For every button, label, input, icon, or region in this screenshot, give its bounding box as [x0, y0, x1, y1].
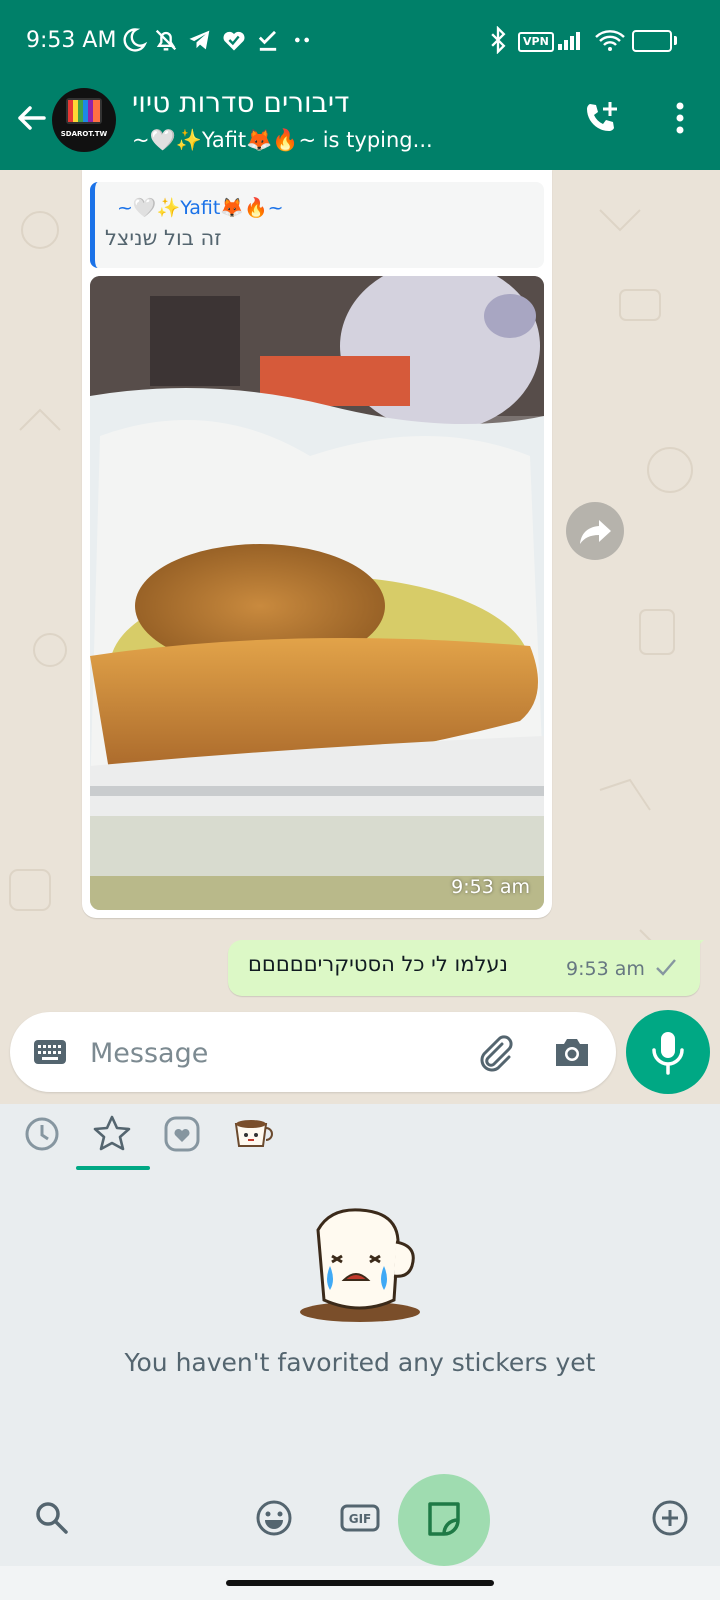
schnitzel-photo — [90, 276, 544, 910]
forward-button[interactable] — [566, 502, 624, 560]
bluetooth-icon — [491, 26, 506, 54]
photo-attachment[interactable]: 9:53 am — [90, 276, 544, 910]
more-notifications-icon — [295, 37, 309, 43]
sticker-button[interactable] — [398, 1474, 490, 1566]
home-indicator[interactable] — [226, 1580, 494, 1586]
sticker-icon — [428, 1502, 460, 1536]
telegram-icon — [189, 30, 210, 50]
gif-icon: GIF — [340, 1504, 380, 1532]
message-time: 9:53 am — [451, 876, 530, 898]
tv-logo-icon: SDAROT.TW — [61, 98, 108, 138]
cup-sticker-pack-tab[interactable] — [224, 1108, 284, 1160]
emoji-icon[interactable] — [252, 1496, 296, 1540]
sent-check-icon — [656, 959, 676, 976]
recent-stickers-tab[interactable] — [12, 1108, 72, 1160]
message-text: נעלמו לי כל הסטיקריםםםםם — [248, 952, 508, 976]
quoted-author: ~🤍✨Yafit🦊🔥~ — [117, 197, 284, 219]
outgoing-message[interactable]: נעלמו לי כל הסטיקריםםםםם 9:53 am — [228, 940, 700, 996]
system-nav-bar — [0, 1566, 720, 1600]
message-composer — [10, 1012, 616, 1094]
message-time: 9:53 am — [566, 958, 645, 980]
chat-area[interactable]: ~🤍✨Yafit🦊🔥~ זה בול שניצל 9:53 am נעלמו ל… — [0, 170, 720, 1100]
gif-button[interactable]: GIF — [338, 1496, 382, 1540]
more-options-icon[interactable] — [660, 96, 700, 140]
forward-icon — [580, 520, 611, 544]
search-icon[interactable] — [30, 1496, 74, 1540]
incoming-message[interactable]: ~🤍✨Yafit🦊🔥~ זה בול שניצל 9:53 am — [82, 170, 552, 918]
message-input[interactable] — [88, 1012, 452, 1094]
camera-icon[interactable] — [550, 1030, 594, 1074]
crying-cup-sticker — [300, 1208, 420, 1322]
status-time: 9:53 AM — [26, 28, 117, 53]
status-bar: 9:53 AM VPN 75 — [0, 0, 720, 80]
group-avatar[interactable]: SDAROT.TW — [52, 88, 116, 152]
active-tab-indicator — [76, 1166, 150, 1170]
chat-title[interactable]: דיבורים סדרות טיוי — [132, 86, 349, 119]
chat-header: SDAROT.TW דיבורים סדרות טיוי ~🤍✨Yafit🦊🔥~… — [0, 80, 720, 170]
voice-record-button[interactable] — [626, 1010, 710, 1094]
wifi-icon — [595, 30, 625, 51]
favorite-stickers-tab[interactable] — [82, 1108, 142, 1160]
sticker-panel: You haven't favorited any stickers yet G… — [0, 1104, 720, 1566]
empty-favorites-message: You haven't favorited any stickers yet — [124, 1348, 596, 1377]
heart-check-icon — [223, 31, 245, 51]
heart-sticker-pack-tab[interactable] — [152, 1108, 212, 1160]
battery-nub — [674, 36, 677, 45]
vpn-badge: VPN — [518, 32, 554, 52]
download-check-icon — [258, 30, 277, 51]
mic-icon — [652, 1032, 684, 1075]
battery-level: 75 — [642, 33, 662, 48]
gif-label: GIF — [349, 1512, 372, 1526]
quoted-text: זה בול שניצל — [105, 226, 222, 250]
typing-status: ~🤍✨Yafit🦊🔥~ is typing... — [132, 128, 433, 152]
avatar-text: SDAROT.TW — [61, 130, 108, 138]
moon-icon — [123, 28, 148, 52]
attach-icon[interactable] — [472, 1030, 516, 1074]
back-arrow-icon[interactable] — [12, 98, 52, 138]
muted-bell-icon — [155, 29, 177, 51]
add-call-icon[interactable] — [580, 96, 624, 140]
signal-icon — [558, 32, 580, 50]
emoji-bottom-bar: GIF — [0, 1474, 720, 1566]
quoted-message[interactable]: ~🤍✨Yafit🦊🔥~ זה בול שניצל — [90, 182, 544, 268]
battery-icon: 75 — [632, 30, 672, 52]
keyboard-icon[interactable] — [32, 1036, 68, 1068]
add-sticker-icon[interactable] — [648, 1496, 692, 1540]
